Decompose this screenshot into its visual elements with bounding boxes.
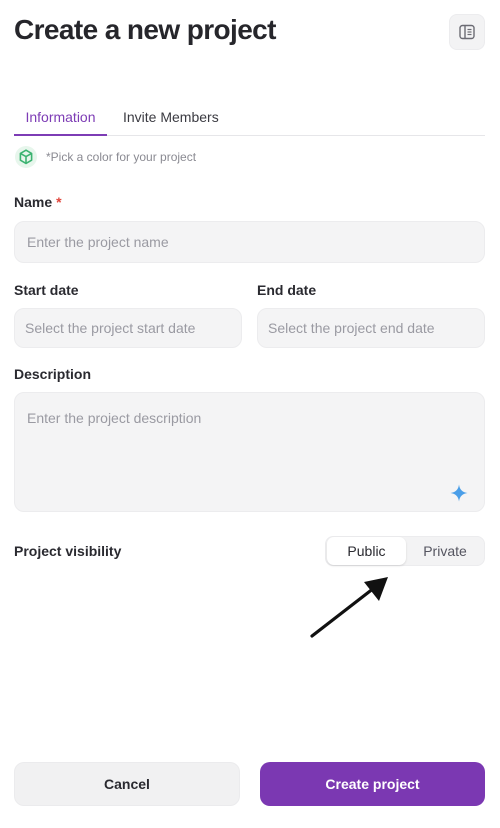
color-hint-text: *Pick a color for your project	[46, 150, 197, 164]
project-color-picker[interactable]: *Pick a color for your project	[14, 145, 196, 169]
page-title: Create a new project	[14, 14, 276, 45]
description-textarea[interactable]	[14, 392, 485, 512]
annotation-arrow-icon	[310, 577, 388, 638]
name-label-text: Name	[14, 194, 53, 210]
ai-sparkle-icon[interactable]	[449, 483, 469, 503]
start-date-label: Start date	[14, 282, 79, 298]
project-name-input[interactable]	[14, 221, 485, 263]
tab-invite-members[interactable]: Invite Members	[123, 104, 219, 136]
end-date-input[interactable]	[257, 308, 485, 348]
start-date-input[interactable]	[14, 308, 242, 348]
required-mark: *	[56, 194, 62, 210]
cancel-button[interactable]: Cancel	[14, 762, 240, 806]
visibility-label: Project visibility	[14, 543, 122, 559]
end-date-label: End date	[257, 282, 317, 298]
tab-bar: Information Invite Members	[14, 104, 485, 136]
visibility-private-option[interactable]: Private	[406, 537, 484, 565]
create-project-button[interactable]: Create project	[260, 762, 485, 806]
panel-toggle-button[interactable]	[449, 14, 485, 50]
description-label: Description	[14, 366, 92, 382]
sidebar-panel-icon	[459, 24, 475, 40]
cube-icon	[15, 146, 37, 168]
name-label: Name *	[14, 194, 62, 210]
visibility-toggle: Public Private	[325, 536, 485, 566]
visibility-public-option[interactable]: Public	[327, 537, 406, 565]
tab-information[interactable]: Information	[14, 104, 107, 136]
